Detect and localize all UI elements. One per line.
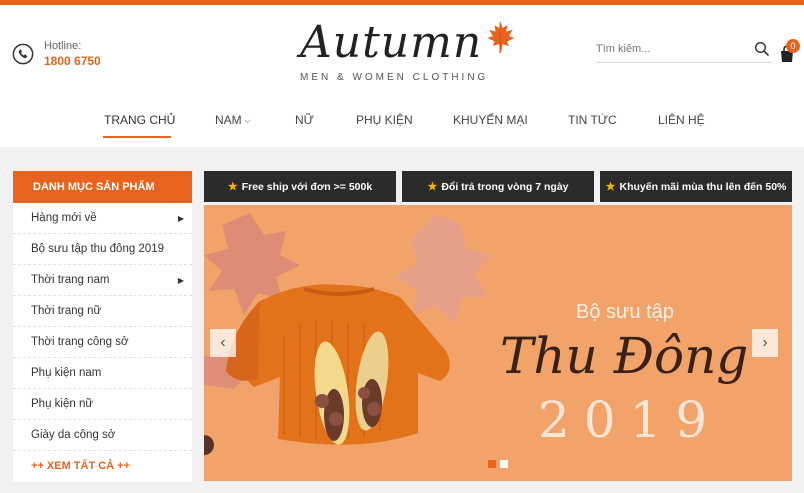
promo-label: Khuyến mãi mùa thu lên đến 50%	[619, 180, 787, 193]
sidebar-item-new-arrivals[interactable]: Hàng mới về ▶	[13, 203, 192, 234]
banner-title: Thu Đông	[500, 327, 749, 385]
sidebar-item-label: Thời trang nữ	[31, 305, 102, 317]
site-logo[interactable]: Autumn MEN & WOMEN CLOTHING	[296, 15, 526, 85]
sidebar-item-label: Thời trang nam	[31, 274, 110, 286]
sidebar-item-label: Giày da công sở	[31, 429, 116, 441]
category-sidebar: DANH MỤC SẢN PHẨM Hàng mới về ▶ Bộ sưu tậ…	[13, 171, 192, 482]
sidebar-item-leather-shoes[interactable]: Giày da công sở	[13, 420, 192, 451]
promo-free-ship: ★ Free ship với đơn >= 500k	[204, 171, 396, 202]
star-icon: ★	[605, 181, 616, 193]
phone-icon	[12, 43, 34, 65]
sidebar-item-label: Thời trang công sở	[31, 336, 129, 348]
hotline-label: Hotline:	[44, 40, 82, 52]
sidebar-item-autumn-collection[interactable]: Bộ sưu tập thu đông 2019	[13, 234, 192, 265]
nav-item-news[interactable]: TIN TỨC	[568, 113, 617, 127]
sidebar-item-label: Bộ sưu tập thu đông 2019	[31, 243, 165, 255]
chevron-left-icon: ‹	[220, 334, 226, 351]
caret-right-icon: ▶	[177, 214, 184, 223]
search-icon[interactable]	[754, 41, 770, 57]
site-header: Hotline: 1800 6750 Autumn MEN & WOMEN CL…	[0, 5, 804, 147]
nav-item-women[interactable]: NỮ	[295, 113, 314, 127]
sidebar-item-womens-accessories[interactable]: Phụ kiện nữ	[13, 389, 192, 420]
nav-item-promotions[interactable]: KHUYẾN MẠI	[453, 113, 528, 127]
star-icon: ★	[227, 181, 238, 193]
hotline-number[interactable]: 1800 6750	[44, 53, 101, 69]
nav-item-accessories[interactable]: PHỤ KIỆN	[356, 113, 413, 127]
nav-active-underline	[103, 136, 171, 138]
nav-item-men-label: NAM	[215, 113, 242, 127]
search-input[interactable]	[596, 37, 746, 61]
chevron-right-icon: ›	[762, 334, 768, 351]
sidebar-item-label: Hàng mới về	[31, 212, 97, 224]
search-box	[596, 37, 772, 63]
sidebar-title: DANH MỤC SẢN PHẨM	[13, 171, 192, 203]
banner-dot-active[interactable]	[488, 460, 496, 468]
view-all-link[interactable]: ++ XEM TẤT CẢ ++	[13, 451, 192, 481]
chevron-down-icon: ⌵	[244, 116, 251, 125]
star-icon: ★	[427, 181, 438, 193]
promo-autumn-sale: ★ Khuyến mãi mùa thu lên đến 50%	[600, 171, 792, 202]
banner-next-button[interactable]: ›	[752, 329, 778, 357]
logo-tagline: MEN & WOMEN CLOTHING	[300, 72, 489, 83]
sidebar-item-office-wear[interactable]: Thời trang công sở	[13, 327, 192, 358]
banner-year: 2019	[538, 391, 722, 449]
hero-banner[interactable]: Bộ sưu tập Thu Đông 2019 ‹ ›	[204, 205, 792, 481]
sidebar-item-label: Phụ kiện nữ	[31, 398, 94, 410]
nav-item-men[interactable]: NAM ⌵	[215, 113, 251, 127]
promo-label: Free ship với đơn >= 500k	[241, 180, 373, 193]
cart-count-badge: 0	[786, 39, 800, 53]
sidebar-item-mens-fashion[interactable]: Thời trang nam ▶	[13, 265, 192, 296]
banner-prev-button[interactable]: ‹	[210, 329, 236, 357]
hotline[interactable]: Hotline: 1800 6750	[12, 39, 101, 69]
sidebar-item-label: Phụ kiện nam	[31, 367, 102, 379]
logo-wordmark: Autumn	[300, 17, 483, 68]
sidebar-item-womens-fashion[interactable]: Thời trang nữ	[13, 296, 192, 327]
banner-subtitle: Bộ sưu tập	[576, 301, 674, 323]
promo-label: Đổi trả trong vòng 7 ngày	[441, 180, 569, 193]
nav-item-home[interactable]: TRANG CHỦ	[104, 113, 175, 127]
sidebar-item-mens-accessories[interactable]: Phụ kiện nam	[13, 358, 192, 389]
banner-dot[interactable]	[500, 460, 508, 468]
maple-leaf-icon	[487, 20, 515, 54]
nav-item-contact[interactable]: LIÊN HỆ	[658, 113, 705, 127]
caret-right-icon: ▶	[177, 276, 184, 285]
promo-returns: ★ Đổi trả trong vòng 7 ngày	[402, 171, 594, 202]
main-nav: TRANG CHỦ NAM ⌵ NỮ PHỤ KIỆN KHUYẾN MẠI TI…	[0, 105, 804, 145]
